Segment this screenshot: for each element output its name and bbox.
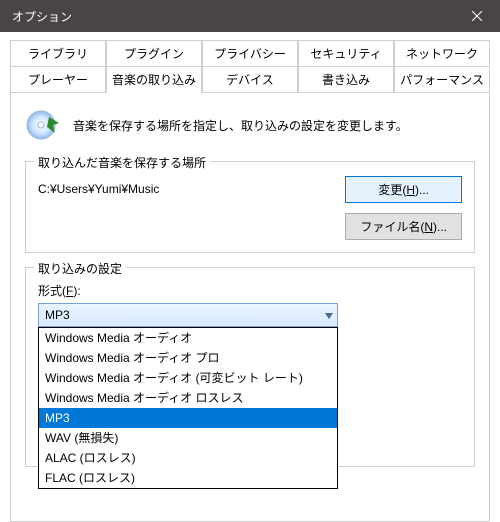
change-location-button[interactable]: 変更(H)... [345,176,462,203]
tab-security[interactable]: セキュリティ [298,40,394,66]
group-storage: 取り込んだ音楽を保存する場所 C:¥Users¥Yumi¥Music 変更(H)… [25,161,475,253]
format-option-wma-vbr[interactable]: Windows Media オーディオ (可変ビット レート) [39,368,337,388]
format-dropdown: Windows Media オーディオ Windows Media オーディオ … [38,327,338,489]
tab-strip: ライブラリ プラグイン プライバシー セキュリティ ネットワーク プレーヤー 音… [10,40,490,93]
tab-rip-music[interactable]: 音楽の取り込み [106,66,202,93]
close-icon [472,11,482,21]
chevron-down-icon [325,308,333,322]
rip-cd-icon [25,107,61,143]
tab-plugins[interactable]: プラグイン [106,40,202,66]
tab-devices[interactable]: デバイス [202,66,298,93]
filename-button[interactable]: ファイル名(N)... [345,213,462,240]
tab-panel-rip: 音楽を保存する場所を指定し、取り込みの設定を変更します。 取り込んだ音楽を保存す… [10,92,490,522]
tab-privacy[interactable]: プライバシー [202,40,298,66]
close-button[interactable] [454,0,500,32]
format-option-mp3[interactable]: MP3 [39,408,337,428]
format-label: 形式(F): [38,282,462,299]
group-storage-title: 取り込んだ音楽を保存する場所 [34,154,210,171]
format-option-flac[interactable]: FLAC (ロスレス) [39,468,337,488]
titlebar: オプション [0,0,500,32]
format-selected-value: MP3 [45,308,70,322]
format-combo-wrap: MP3 Windows Media オーディオ Windows Media オー… [38,303,462,327]
tab-performance[interactable]: パフォーマンス [394,66,490,93]
window-title: オプション [12,8,454,25]
tab-burn[interactable]: 書き込み [298,66,394,93]
format-option-wma[interactable]: Windows Media オーディオ [39,328,337,348]
format-option-wav[interactable]: WAV (無損失) [39,428,337,448]
tab-library[interactable]: ライブラリ [10,40,106,66]
group-rip-settings: 取り込みの設定 形式(F): MP3 Windows Media オーディオ W… [25,267,475,467]
format-option-wma-pro[interactable]: Windows Media オーディオ プロ [39,348,337,368]
dialog-content: ライブラリ プラグイン プライバシー セキュリティ ネットワーク プレーヤー 音… [0,32,500,522]
format-combobox[interactable]: MP3 [38,303,338,327]
tab-network[interactable]: ネットワーク [394,40,490,66]
format-option-wma-lossless[interactable]: Windows Media オーディオ ロスレス [39,388,337,408]
format-option-alac[interactable]: ALAC (ロスレス) [39,448,337,468]
intro-row: 音楽を保存する場所を指定し、取り込みの設定を変更します。 [25,107,475,143]
group-rip-title: 取り込みの設定 [34,260,126,277]
tab-player[interactable]: プレーヤー [10,66,106,93]
intro-text: 音楽を保存する場所を指定し、取り込みの設定を変更します。 [73,117,408,134]
storage-path: C:¥Users¥Yumi¥Music [38,176,335,196]
